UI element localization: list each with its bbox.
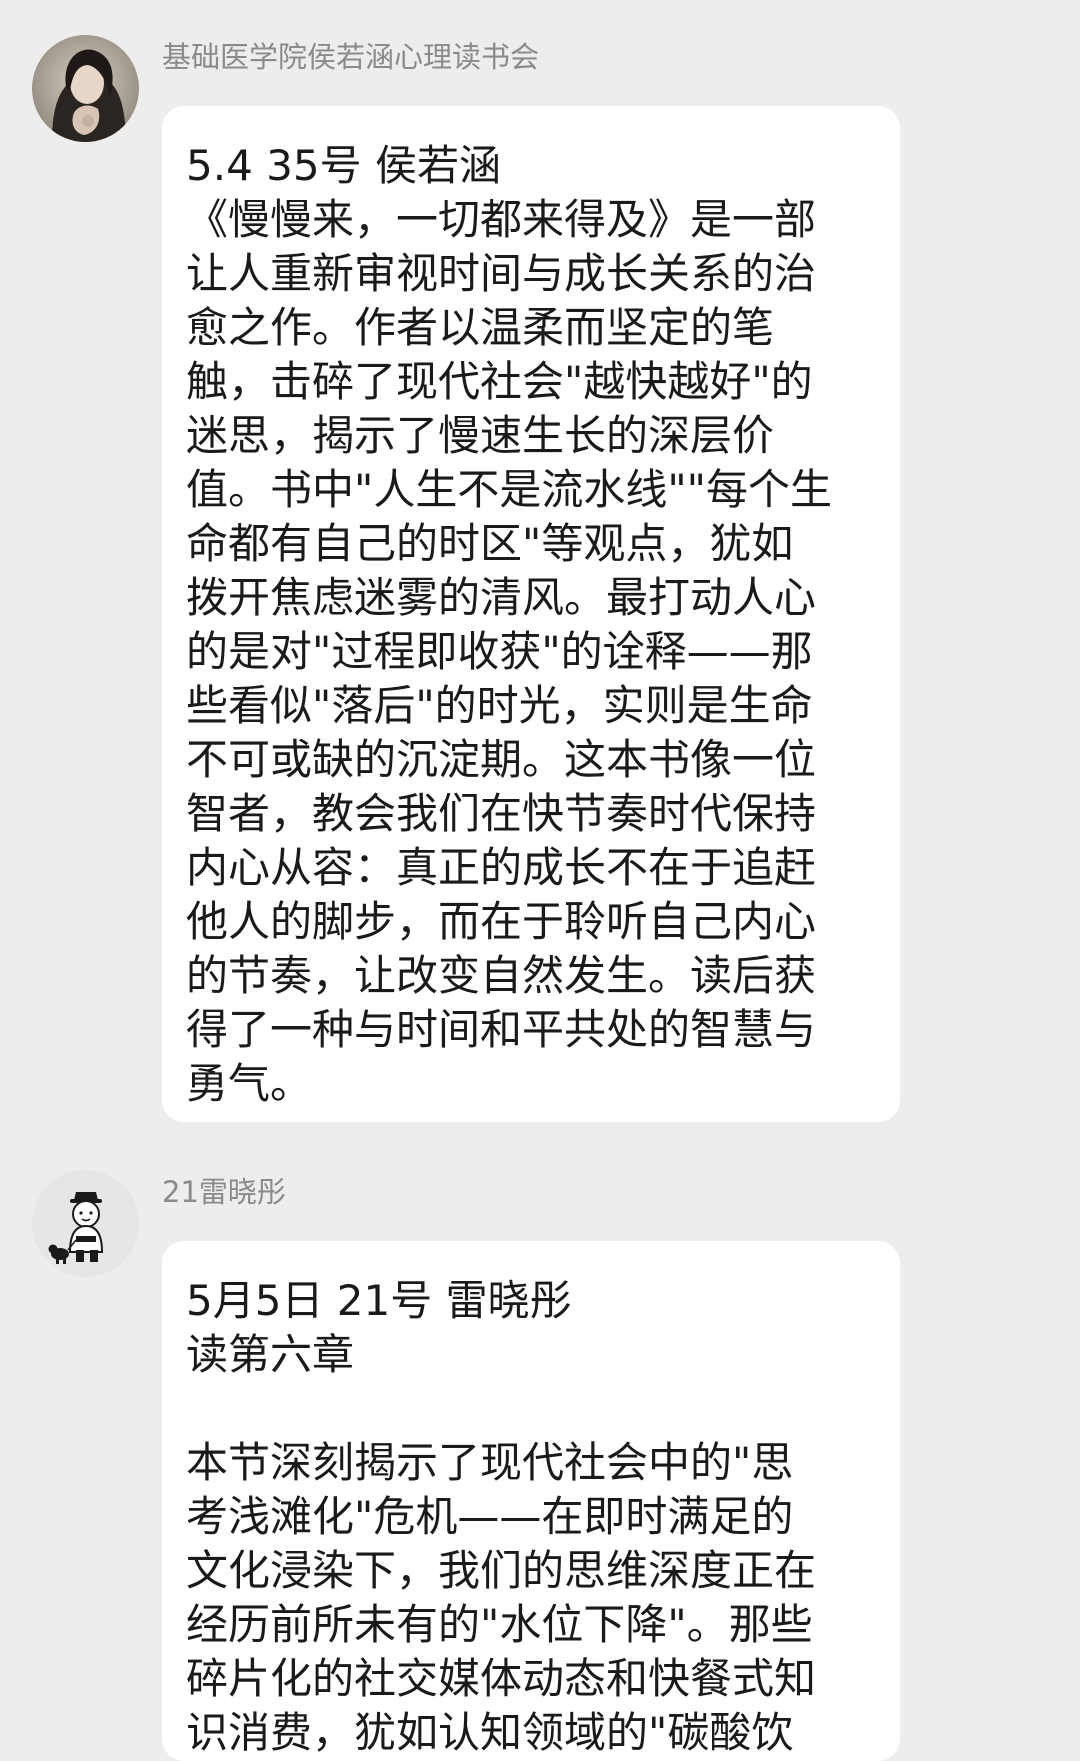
message-line: 让人重新审视时间与成长关系的治 — [186, 249, 817, 298]
message-line: 拨开焦虑迷雾的清风。最打动人心 — [186, 573, 817, 622]
avatar[interactable] — [32, 35, 139, 142]
message-line: 文化浸染下，我们的思维深度正在 — [186, 1546, 817, 1595]
message-bubble[interactable]: 5.4 35号 侯若涵 《慢慢来，一切都来得及》是一部 让人重新审视时间与成长关… — [162, 106, 900, 1122]
message-line: 值。书中"人生不是流水线""每个生 — [186, 465, 832, 514]
message-line: 智者，教会我们在快节奏时代保持 — [186, 789, 817, 838]
message-line: 些看似"落后"的时光，实则是生命 — [186, 681, 813, 730]
avatar[interactable] — [32, 1170, 139, 1277]
message-line: 识消费，犹如认知领域的"碳酸饮 — [186, 1708, 794, 1757]
sender-name: 基础医学院侯若涵心理读书会 — [162, 40, 540, 74]
cartoon-avatar-icon — [32, 1170, 139, 1277]
message-line: 内心从容：真正的成长不在于追赶 — [186, 843, 817, 892]
message-line: 经历前所未有的"水位下降"。那些 — [186, 1600, 813, 1649]
photo-avatar-icon — [32, 35, 139, 142]
message-line: 愈之作。作者以温柔而坚定的笔 — [186, 303, 775, 352]
message-line: 读第六章 — [186, 1330, 355, 1379]
message-line: 不可或缺的沉淀期。这本书像一位 — [186, 735, 817, 784]
message-bubble[interactable]: 5月5日 21号 雷晓彤 读第六章 本节深刻揭示了现代社会中的"思 考浅滩化"危… — [162, 1241, 900, 1761]
message-line: 5月5日 21号 雷晓彤 — [186, 1276, 572, 1325]
message-line: 碎片化的社交媒体动态和快餐式知 — [186, 1654, 817, 1703]
message-line: 他人的脚步，而在于聆听自己内心 — [186, 897, 817, 946]
chat-message: 基础医学院侯若涵心理读书会 5.4 35号 侯若涵 《慢慢来，一切都来得及》是一… — [0, 0, 1080, 1125]
chat-history: 基础医学院侯若涵心理读书会 5.4 35号 侯若涵 《慢慢来，一切都来得及》是一… — [0, 0, 1080, 1761]
message-line: 迷思，揭示了慢速生长的深层价 — [186, 411, 775, 460]
message-line: 《慢慢来，一切都来得及》是一部 — [186, 195, 817, 244]
message-line: 命都有自己的时区"等观点，犹如 — [186, 519, 794, 568]
message-line: 勇气。 — [186, 1059, 313, 1108]
message-line: 触，击碎了现代社会"越快越好"的 — [186, 357, 813, 406]
message-line — [186, 1382, 876, 1436]
message-line: 的节奏，让改变自然发生。读后获 — [186, 951, 817, 1000]
message-line: 考浅滩化"危机——在即时满足的 — [186, 1492, 794, 1541]
chat-message: 21雷晓彤 5月5日 21号 雷晓彤 读第六章 本节深刻揭示了现代社会中的"思 … — [0, 1125, 1080, 1761]
message-line: 的是对"过程即收获"的诠释——那 — [186, 627, 813, 676]
sender-name: 21雷晓彤 — [162, 1175, 286, 1209]
message-line: 得了一种与时间和平共处的智慧与 — [186, 1005, 817, 1054]
message-line: 5.4 35号 侯若涵 — [186, 141, 501, 190]
message-line: 本节深刻揭示了现代社会中的"思 — [186, 1438, 794, 1487]
